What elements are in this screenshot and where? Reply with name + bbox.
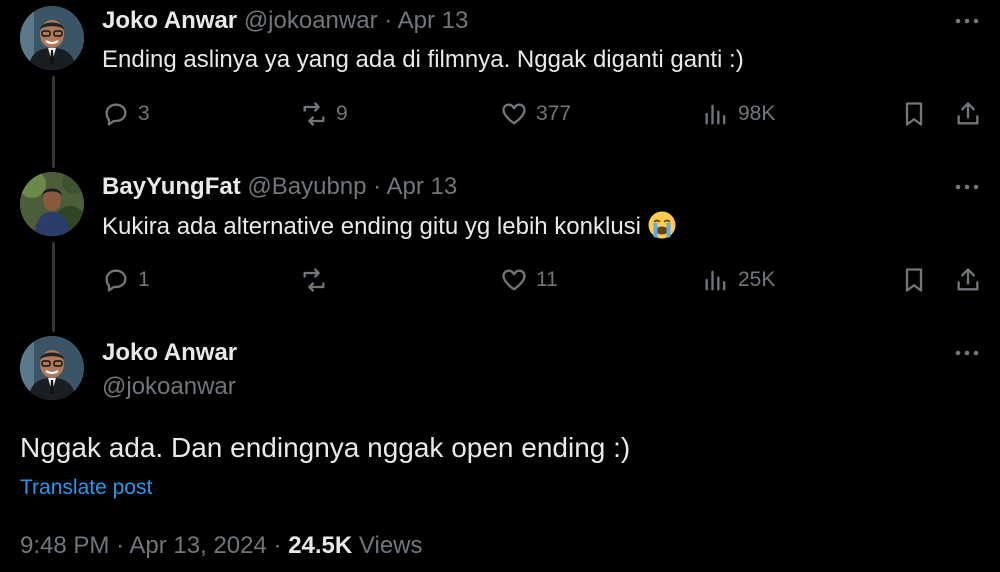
thread-connector — [52, 242, 55, 332]
username[interactable]: @jokoanwar — [244, 7, 378, 34]
bookmark-button[interactable] — [900, 98, 928, 130]
analytics-icon — [705, 104, 726, 125]
repost-count: 9 — [336, 102, 348, 125]
reply-count: 1 — [138, 268, 150, 291]
display-name[interactable]: Joko Anwar — [102, 338, 237, 368]
post-date[interactable]: Apr 13 — [398, 7, 469, 34]
reply-icon — [105, 103, 127, 126]
more-icon — [955, 350, 979, 356]
bookmark-icon — [905, 102, 923, 126]
post-time[interactable]: 9:48 PM — [20, 532, 109, 559]
share-icon — [957, 268, 979, 291]
more-icon — [955, 184, 979, 190]
like-count: 11 — [536, 268, 558, 291]
analytics-icon — [705, 270, 726, 291]
username[interactable]: @jokoanwar — [102, 372, 236, 402]
reply-header: Joko Anwar @jokoanwar · Apr 13 — [102, 6, 468, 36]
separator: · — [373, 173, 382, 200]
tweet-text: Ending aslinya ya yang ada di filmnya. N… — [102, 46, 744, 73]
avatar[interactable] — [20, 6, 84, 70]
avatar[interactable] — [20, 336, 84, 400]
views-label: Views — [358, 532, 423, 559]
views-button[interactable]: 25K — [702, 264, 775, 296]
heart-icon — [502, 103, 526, 125]
more-icon — [955, 18, 979, 24]
more-options-button[interactable] — [952, 175, 982, 199]
avatar[interactable] — [20, 172, 84, 236]
tweet-thread: Joko Anwar @jokoanwar · Apr 13 Ending as… — [0, 0, 1000, 572]
separator: · — [384, 7, 393, 34]
action-bar: 1 11 25K — [102, 264, 992, 296]
bookmark-icon — [905, 268, 923, 292]
more-options-button[interactable] — [952, 9, 982, 33]
view-count: 98K — [738, 102, 776, 125]
display-name[interactable]: BayYungFat — [102, 173, 241, 200]
repost-icon — [303, 102, 325, 126]
view-count: 25K — [738, 268, 776, 291]
action-bar: 3 9 377 98K — [102, 98, 992, 130]
tweet-text: Nggak ada. Dan endingnya nggak open endi… — [20, 432, 631, 463]
reply-header: BayYungFat @Bayubnp · Apr 13 — [102, 172, 457, 202]
display-name[interactable]: Joko Anwar — [102, 7, 237, 34]
translate-post-link[interactable]: Translate post — [20, 474, 152, 502]
thread-connector — [52, 76, 55, 168]
share-icon — [957, 102, 979, 125]
separator: · — [273, 532, 282, 559]
more-options-button[interactable] — [952, 341, 982, 365]
repost-button[interactable] — [300, 264, 336, 296]
tweet-text: Kukira ada alternative ending gitu yg le… — [102, 213, 642, 240]
repost-icon — [303, 268, 325, 292]
post-date[interactable]: Apr 13 — [387, 173, 458, 200]
separator: · — [116, 532, 125, 559]
share-button[interactable] — [954, 264, 982, 296]
tweet-timestamp: 9:48 PM · Apr 13, 2024 · 24.5K Views — [20, 530, 423, 562]
tweet-text-container: Kukira ada alternative ending gitu yg le… — [102, 210, 677, 249]
like-button[interactable]: 377 — [500, 98, 571, 130]
views-count: 24.5K — [288, 532, 353, 559]
views-button[interactable]: 98K — [702, 98, 775, 130]
like-count: 377 — [536, 102, 572, 125]
heart-icon — [502, 269, 526, 291]
like-button[interactable]: 11 — [500, 264, 558, 296]
reply-count: 3 — [138, 102, 150, 125]
username[interactable]: @Bayubnp — [247, 173, 366, 200]
bookmark-button[interactable] — [900, 264, 928, 296]
reply-button[interactable]: 3 — [102, 98, 150, 130]
repost-button[interactable]: 9 — [300, 98, 348, 130]
share-button[interactable] — [954, 98, 982, 130]
reply-icon — [105, 269, 127, 292]
post-date[interactable]: Apr 13, 2024 — [129, 532, 266, 559]
reply-button[interactable]: 1 — [102, 264, 150, 296]
loudly-crying-face-icon — [647, 210, 677, 249]
